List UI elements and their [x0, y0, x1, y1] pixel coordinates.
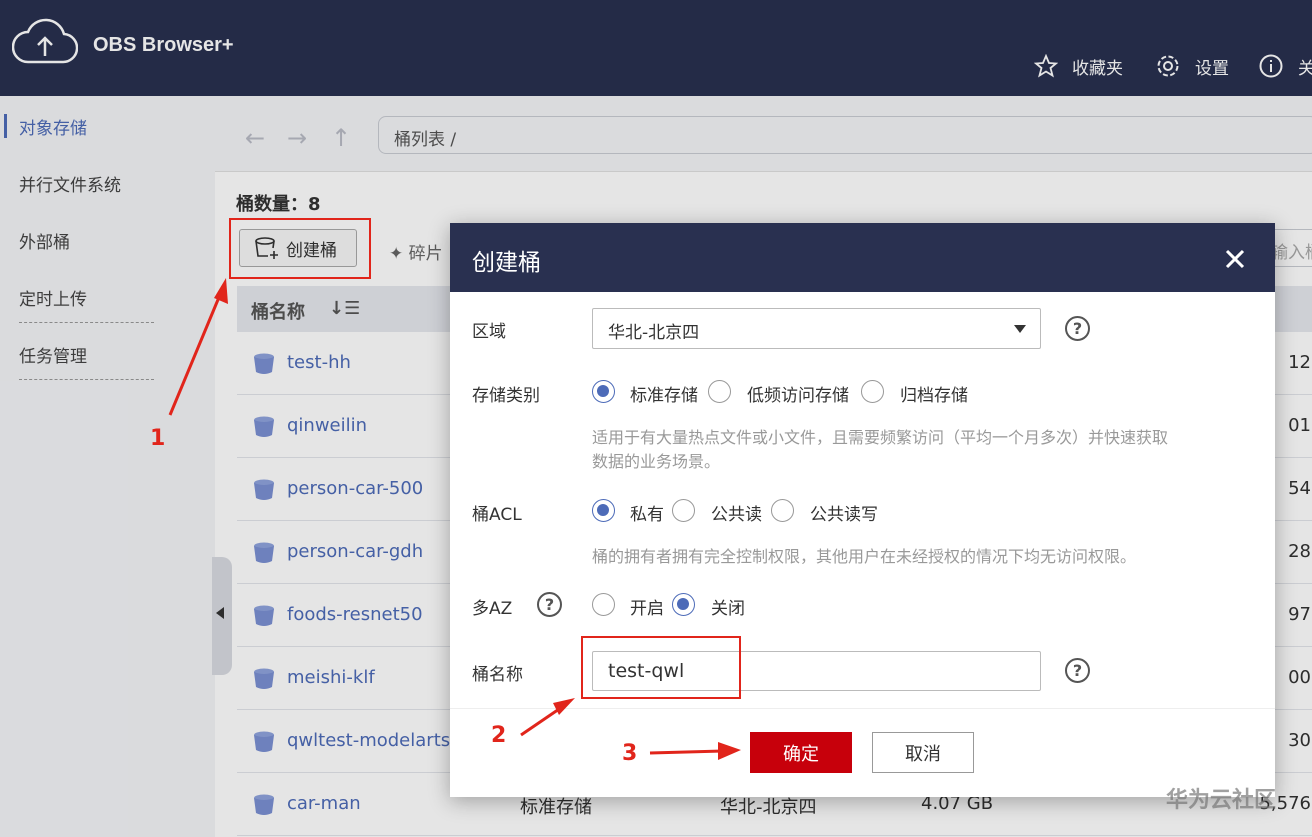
- confirm-button[interactable]: 确定: [750, 732, 852, 773]
- radio-standard[interactable]: [592, 380, 615, 403]
- radio-az-on[interactable]: [592, 593, 615, 616]
- annotation-step-1: 1: [150, 426, 166, 451]
- bucket-name-label: 桶名称: [472, 665, 523, 685]
- region-select[interactable]: 华北-北京四: [592, 308, 1041, 349]
- storage-class-label: 存储类别: [472, 386, 540, 406]
- annotation-step-3: 3: [622, 741, 638, 766]
- radio-infrequent-label: 低频访问存储: [747, 386, 849, 406]
- storage-desc-line: 适用于有大量热点文件或小文件，且需要频繁访问（平均一个月多次）并快速获取: [592, 428, 1169, 447]
- highlight-box-create: [229, 218, 371, 279]
- radio-standard-label: 标准存储: [630, 386, 698, 406]
- radio-infrequent[interactable]: [708, 380, 731, 403]
- help-icon[interactable]: ?: [1065, 658, 1090, 683]
- radio-archive[interactable]: [861, 380, 884, 403]
- help-icon[interactable]: ?: [537, 592, 562, 617]
- dialog-title: 创建桶: [472, 250, 541, 276]
- radio-public-read-write[interactable]: [771, 499, 794, 522]
- region-label: 区域: [472, 322, 506, 342]
- chevron-down-icon: [1014, 325, 1026, 333]
- cancel-button[interactable]: 取消: [872, 732, 974, 773]
- watermark: 华为云社区: [1166, 788, 1277, 813]
- radio-archive-label: 归档存储: [900, 386, 968, 406]
- dialog-header: 创建桶: [450, 223, 1275, 292]
- multi-az-label: 多AZ: [472, 599, 513, 619]
- radio-az-off[interactable]: [672, 593, 695, 616]
- region-value: 华北-北京四: [608, 323, 700, 343]
- acl-desc: 桶的拥有者拥有完全控制权限，其他用户在未经授权的情况下均无访问权限。: [592, 547, 1137, 566]
- annotation-arrow-1: [168, 278, 228, 416]
- radio-public-read-label: 公共读: [711, 505, 762, 525]
- acl-label: 桶ACL: [472, 505, 522, 525]
- storage-desc: 适用于有大量热点文件或小文件，且需要频繁访问（平均一个月多次）并快速获取 数据的…: [592, 426, 1168, 474]
- annotation-step-2: 2: [491, 723, 507, 748]
- radio-private-label: 私有: [630, 505, 664, 525]
- help-icon[interactable]: ?: [1065, 316, 1090, 341]
- close-icon[interactable]: [1224, 248, 1246, 270]
- radio-public-read[interactable]: [672, 499, 695, 522]
- radio-az-off-label: 关闭: [711, 599, 745, 619]
- radio-az-on-label: 开启: [630, 599, 664, 619]
- annotation-arrow-3: [649, 742, 741, 760]
- storage-desc-line: 数据的业务场景。: [592, 452, 721, 471]
- highlight-box-name: [581, 636, 741, 699]
- annotation-arrow-2: [520, 698, 575, 737]
- radio-private[interactable]: [592, 499, 615, 522]
- radio-public-read-write-label: 公共读写: [810, 505, 878, 525]
